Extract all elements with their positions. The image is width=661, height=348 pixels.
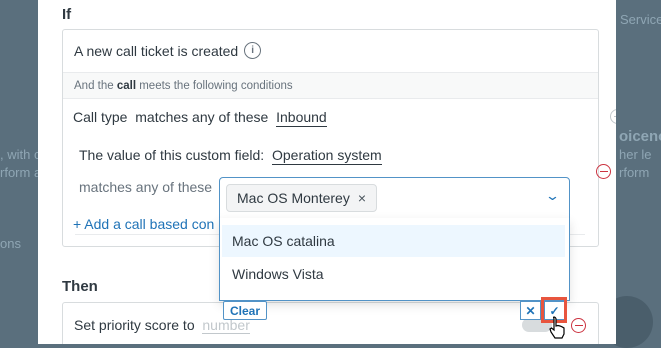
custom-operator-row: matches any of these — [79, 179, 212, 195]
remove-tag-icon[interactable]: × — [358, 190, 366, 206]
condition-call-type: Call type matches any of these Inbound — [73, 109, 327, 127]
bg-service-text: Service — [620, 12, 661, 27]
custom-field-label: The value of this custom field: — [79, 147, 265, 163]
bg-text-fragment: rform — [619, 165, 650, 180]
custom-field-row: The value of this custom field: Operatio… — [79, 147, 382, 165]
then-section-title: Then — [62, 278, 98, 295]
condition-operator[interactable]: matches any of these — [135, 109, 268, 125]
bg-text-fragment: , with c — [0, 147, 41, 162]
selected-tag: Mac OS Monterey × — [226, 184, 378, 212]
remove-condition-icon[interactable] — [610, 109, 616, 124]
chevron-down-icon[interactable]: ⌄ — [545, 188, 560, 204]
trigger-row: A new call ticket is created i — [74, 42, 262, 59]
bg-text-fragment: ons — [0, 236, 21, 251]
add-condition-link[interactable]: + Add a call based con — [73, 216, 214, 232]
hand-cursor-icon — [549, 316, 565, 339]
trigger-label: A new call ticket is created — [74, 42, 239, 59]
bg-text-fragment: her le — [619, 147, 652, 162]
conditions-intro-prefix: And the — [74, 80, 117, 92]
option-item[interactable]: Mac OS catalina — [222, 225, 565, 257]
options-list: Mac OS catalina Windows Vista — [219, 218, 570, 301]
condition-field: Call type — [73, 109, 128, 125]
remove-action-icon[interactable] — [571, 318, 586, 333]
cancel-icon[interactable]: ✕ — [520, 301, 541, 320]
remove-custom-condition-icon[interactable] — [596, 164, 611, 179]
conditions-intro-suffix: meets the following conditions — [136, 80, 293, 92]
info-circle-icon[interactable]: i — [244, 42, 262, 59]
option-item[interactable]: Windows Vista — [222, 258, 565, 290]
condition-value[interactable]: Inbound — [276, 109, 327, 127]
clear-button[interactable]: Clear — [223, 301, 268, 320]
then-actions-box: Set priority score to number — [62, 302, 599, 344]
conditions-header: And the call meets the following conditi… — [63, 72, 598, 99]
custom-field-operator[interactable]: matches any of these — [79, 179, 212, 195]
action-label: Set priority score to — [74, 317, 195, 333]
custom-field-select[interactable]: Operation system — [271, 147, 382, 165]
selected-tag-label: Mac OS Monterey — [237, 190, 350, 206]
multiselect-field[interactable]: Mac OS Monterey × ⌄ — [219, 177, 570, 219]
conditions-intro-entity: call — [116, 80, 137, 92]
if-section-title: If — [62, 6, 72, 23]
bg-heading-fragment: oiceno — [619, 128, 661, 145]
